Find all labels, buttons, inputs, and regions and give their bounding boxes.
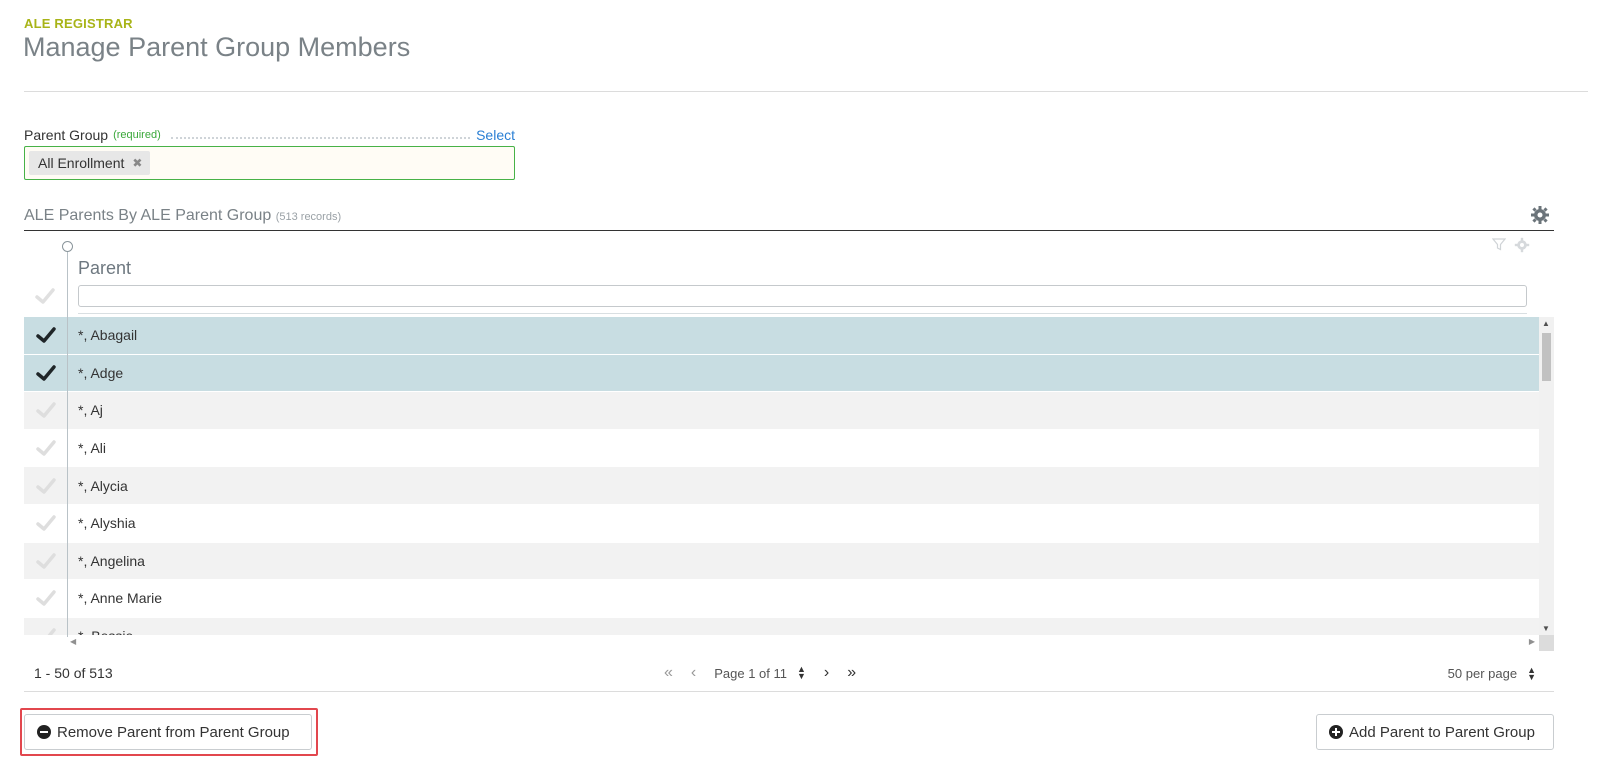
parent-filter-input[interactable] — [78, 285, 1527, 307]
section-header: ALE Parents By ALE Parent Group (513 rec… — [24, 205, 1554, 231]
page-title: Manage Parent Group Members — [23, 32, 411, 62]
table-row[interactable]: *, Alyshia — [24, 504, 1539, 543]
table-row[interactable]: *, Aj — [24, 392, 1539, 430]
row-check-icon[interactable] — [24, 475, 67, 497]
header-underline — [78, 313, 1527, 314]
column-gear-icon[interactable] — [1514, 237, 1530, 253]
scroll-down-icon[interactable]: ▼ — [1542, 624, 1550, 633]
column-resize-handle[interactable] — [62, 241, 73, 252]
column-header-parent[interactable]: Parent — [78, 258, 131, 279]
parent-name: *, Abagail — [78, 327, 138, 344]
parent-group-token: All Enrollment ✖ — [29, 151, 151, 175]
row-check-icon[interactable] — [24, 324, 67, 346]
table-row[interactable]: *, Anne Marie — [24, 580, 1539, 618]
table-row[interactable]: *, Ali — [24, 429, 1539, 468]
horizontal-scrollbar[interactable]: ◀ ▶ — [24, 635, 1539, 651]
section-title: ALE Parents By ALE Parent Group (513 rec… — [24, 207, 341, 225]
parent-name: *, Alycia — [78, 477, 128, 494]
prev-page-icon[interactable]: ‹ — [691, 664, 696, 682]
parent-name: *, Anne Marie — [78, 590, 163, 607]
column-tools — [1492, 237, 1530, 253]
table-row[interactable]: *, Alycia — [24, 467, 1539, 505]
grid-body: *, Abagail *, Adge *, Aj *, Ali *, Alycia *, … — [24, 317, 1539, 635]
parent-group-label-row: Parent Group (required) Select — [24, 126, 515, 144]
scrollbar-corner — [1539, 635, 1554, 651]
minus-circle-icon — [37, 725, 51, 739]
parent-group-label: Parent Group — [24, 127, 109, 143]
pager-range: 1 - 50 of 513 — [34, 665, 113, 681]
page-label: Page 1 of 11 — [714, 665, 787, 681]
grid-header: Parent — [24, 233, 1554, 315]
parent-group-token-input[interactable]: All Enrollment ✖ — [24, 146, 515, 180]
per-page-selector[interactable]: 50 per page ▲ ▼ — [1447, 665, 1536, 681]
gear-icon[interactable] — [1530, 205, 1550, 225]
page-spinner-icon[interactable]: ▲ ▼ — [797, 665, 806, 681]
add-parent-button[interactable]: Add Parent to Parent Group — [1316, 714, 1554, 750]
remove-token-icon[interactable]: ✖ — [132, 156, 142, 170]
scroll-right-icon[interactable]: ▶ — [1529, 637, 1535, 646]
parent-name: *, Angelina — [78, 552, 145, 569]
parent-name: *, Alyshia — [78, 515, 136, 532]
first-page-icon[interactable]: « — [664, 664, 673, 682]
header-divider — [24, 91, 1588, 92]
section-title-text: ALE Parents By ALE Parent Group — [24, 207, 272, 224]
dotted-leader — [170, 131, 471, 139]
select-all-check-icon[interactable] — [34, 285, 56, 307]
row-check-icon[interactable] — [24, 550, 67, 572]
row-check-icon[interactable] — [24, 512, 67, 534]
row-check-icon[interactable] — [24, 587, 67, 609]
next-page-icon[interactable]: › — [824, 664, 829, 682]
plus-circle-icon — [1329, 725, 1343, 739]
parent-name: *, Ali — [78, 440, 107, 457]
row-check-icon[interactable] — [24, 399, 67, 421]
select-parent-group-link[interactable]: Select — [476, 127, 515, 143]
page-selector[interactable]: Page 1 of 11 ▲ ▼ — [714, 665, 806, 681]
column-resize-line[interactable] — [67, 247, 68, 637]
per-page-spinner-icon[interactable]: ▲ ▼ — [1527, 665, 1536, 681]
app-label: ALE REGISTRAR — [24, 16, 133, 31]
row-check-icon[interactable] — [24, 437, 67, 459]
vertical-scroll-thumb[interactable] — [1542, 333, 1551, 381]
add-parent-label: Add Parent to Parent Group — [1349, 723, 1535, 741]
pager: 1 - 50 of 513 « ‹ Page 1 of 11 ▲ ▼ › » 50… — [24, 656, 1554, 692]
per-page-label: 50 per page — [1447, 666, 1518, 681]
scroll-up-icon[interactable]: ▲ — [1542, 319, 1550, 328]
row-check-icon[interactable] — [24, 362, 67, 384]
token-label: All Enrollment — [38, 155, 125, 171]
record-count: (513 records) — [275, 211, 342, 223]
remove-parent-button[interactable]: Remove Parent from Parent Group — [24, 714, 312, 750]
table-row[interactable]: *, Adge — [24, 354, 1539, 393]
filter-icon[interactable] — [1492, 237, 1506, 251]
row-check-icon[interactable] — [24, 625, 67, 635]
table-row[interactable]: *, Angelina — [24, 542, 1539, 581]
parent-name: *, Adge — [78, 364, 124, 381]
required-indicator: (required) — [113, 129, 161, 141]
remove-parent-label: Remove Parent from Parent Group — [57, 723, 290, 741]
vertical-scrollbar[interactable]: ▲ ▼ — [1539, 317, 1554, 635]
last-page-icon[interactable]: » — [847, 664, 856, 682]
parent-name: *, Bessie — [67, 628, 133, 635]
table-row[interactable]: *, Bessie — [24, 617, 1539, 635]
pager-controls: « ‹ Page 1 of 11 ▲ ▼ › » — [664, 664, 856, 682]
parent-name: *, Aj — [78, 402, 103, 419]
parents-grid: Parent *, Abagail *, Adge *, Aj *, Ali *, Al… — [24, 233, 1554, 651]
table-row[interactable]: *, Abagail — [24, 317, 1539, 355]
scroll-left-icon[interactable]: ◀ — [70, 637, 76, 646]
